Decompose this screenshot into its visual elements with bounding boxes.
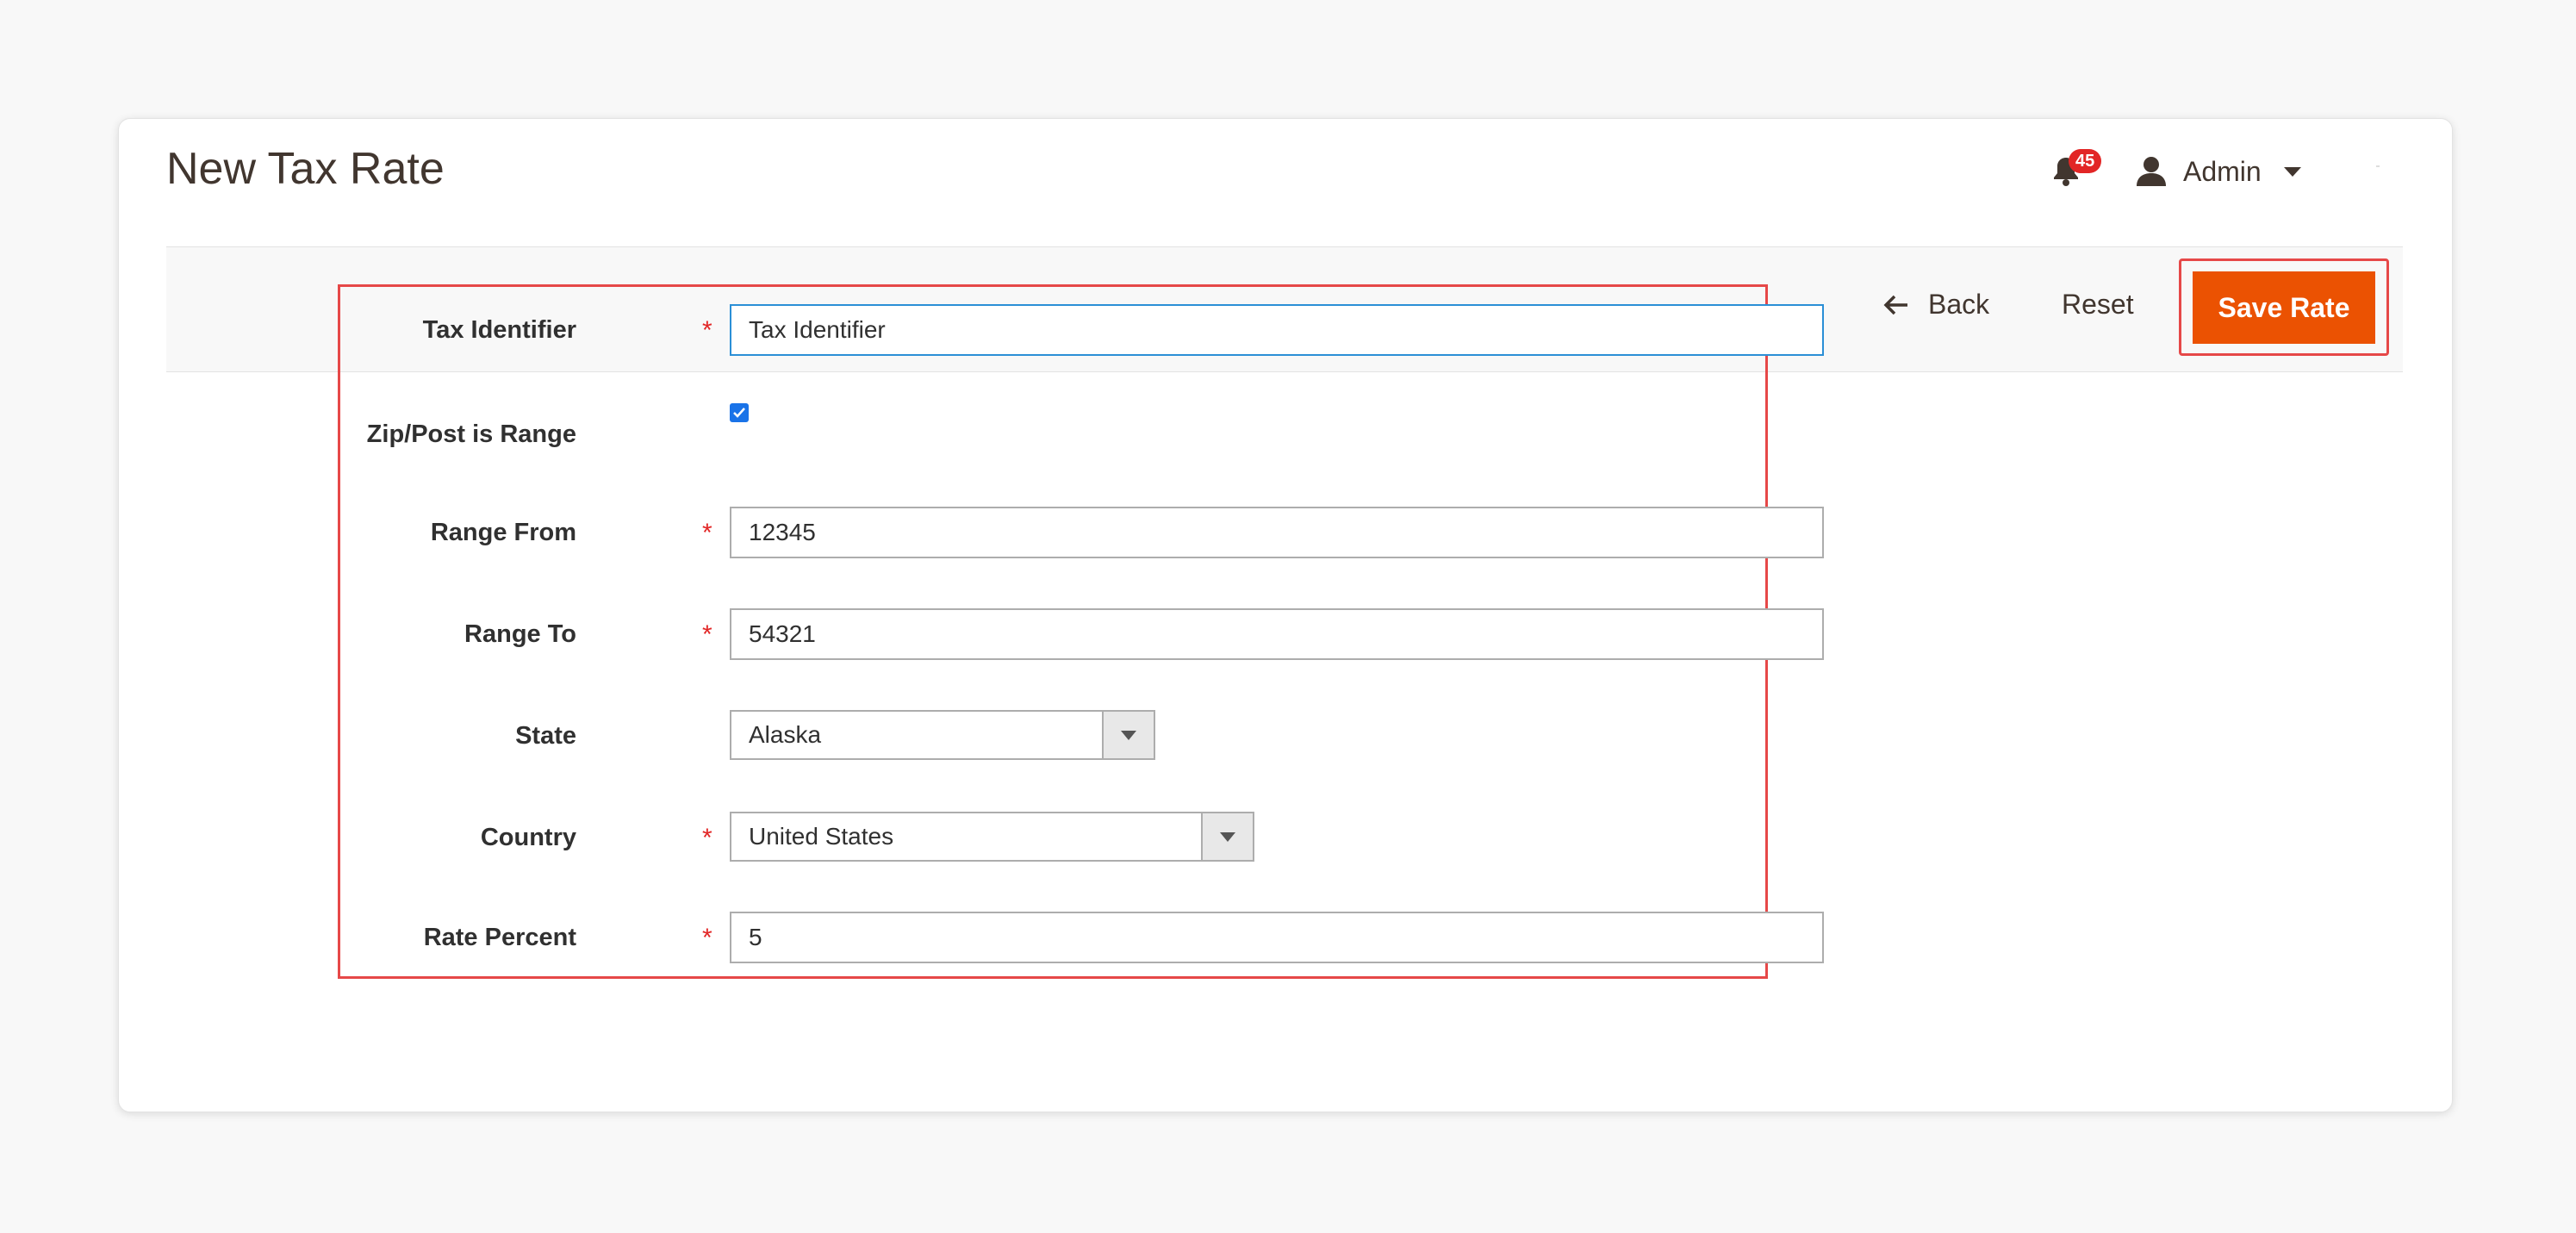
- required-mark: *: [702, 924, 712, 952]
- row-rate-percent: Rate Percent * 5: [340, 912, 1824, 967]
- caret-down-icon: [1220, 831, 1235, 842]
- tax-identifier-label: Tax Identifier: [422, 316, 576, 344]
- arrow-left-icon: [1883, 295, 1907, 314]
- user-name: Admin: [2183, 155, 2262, 187]
- user-menu[interactable]: Admin: [2135, 150, 2301, 193]
- range-to-input[interactable]: 54321: [730, 608, 1824, 660]
- state-dropdown-button[interactable]: [1102, 712, 1154, 758]
- divider: [2376, 165, 2380, 167]
- country-dropdown-button[interactable]: [1201, 813, 1253, 860]
- tax-rate-form: Tax Identifier * Tax Identifier Zip/Post…: [338, 284, 1824, 979]
- notifications-badge: 45: [2069, 149, 2102, 173]
- zip-range-checkbox[interactable]: [730, 403, 749, 422]
- row-country: Country * United States: [340, 812, 1770, 867]
- check-icon: [733, 408, 745, 418]
- state-value: Alaska: [749, 721, 822, 748]
- save-rate-button[interactable]: Save Rate: [2193, 271, 2375, 344]
- state-select[interactable]: Alaska: [730, 710, 1155, 760]
- row-range-to: Range To * 54321: [340, 608, 1824, 663]
- rate-percent-label: Rate Percent: [423, 924, 576, 951]
- back-button[interactable]: Back: [1883, 289, 1989, 321]
- country-value: United States: [749, 823, 894, 850]
- back-label: Back: [1928, 289, 1990, 320]
- country-label: Country: [480, 824, 576, 851]
- row-tax-identifier: Tax Identifier * Tax Identifier: [340, 304, 1824, 359]
- chevron-down-icon: [2283, 166, 2301, 177]
- range-to-label: Range To: [464, 620, 576, 648]
- zip-range-label: Zip/Post is Range: [366, 420, 576, 448]
- range-from-input[interactable]: 12345: [730, 507, 1824, 558]
- caret-down-icon: [1121, 730, 1136, 740]
- page-title: New Tax Rate: [166, 144, 445, 194]
- notifications[interactable]: 45: [2051, 149, 2103, 192]
- row-zip-range: Zip/Post is Range: [340, 403, 1770, 458]
- country-select[interactable]: United States: [730, 812, 1254, 862]
- tax-identifier-input[interactable]: Tax Identifier: [730, 304, 1824, 356]
- range-from-label: Range From: [430, 519, 576, 546]
- required-mark: *: [702, 824, 712, 852]
- required-mark: *: [702, 620, 712, 649]
- user-icon: [2137, 157, 2166, 186]
- reset-button[interactable]: Reset: [2062, 289, 2134, 321]
- state-label: State: [515, 722, 576, 750]
- required-mark: *: [702, 519, 712, 547]
- rate-percent-input[interactable]: 5: [730, 912, 1824, 963]
- row-range-from: Range From * 12345: [340, 507, 1824, 562]
- row-state: State Alaska: [340, 710, 1770, 765]
- required-mark: *: [702, 316, 712, 345]
